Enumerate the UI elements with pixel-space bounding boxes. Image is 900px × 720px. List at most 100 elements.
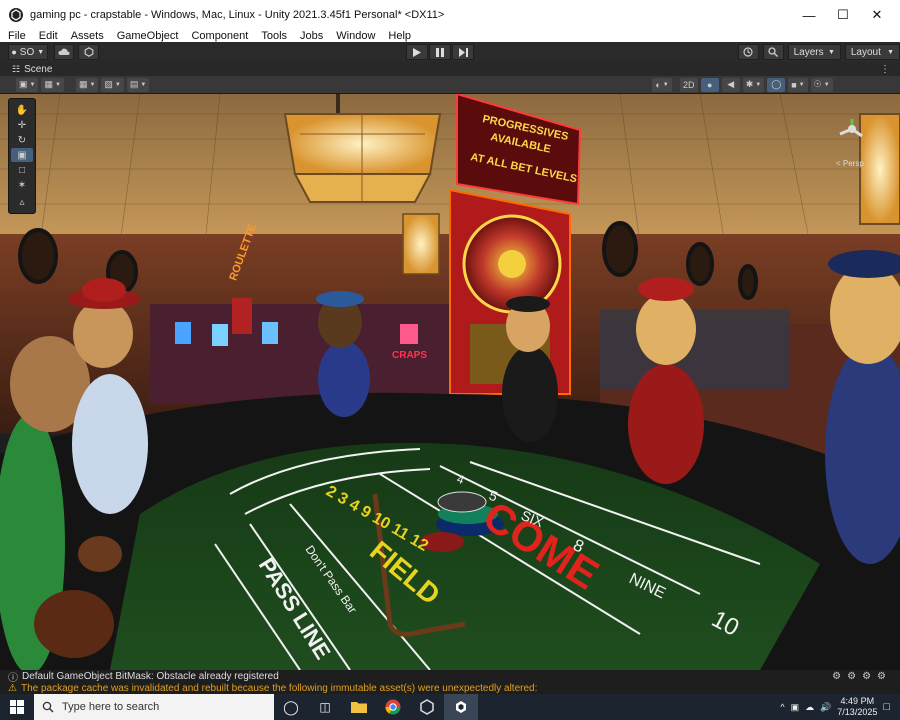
increment-dropdown[interactable]: ▤ ▼ bbox=[126, 77, 150, 92]
playmode-group bbox=[406, 44, 475, 60]
file-explorer-button[interactable] bbox=[342, 694, 376, 720]
unity-editor-button[interactable] bbox=[444, 694, 478, 720]
task-view-button[interactable]: ◫ bbox=[308, 694, 342, 720]
unity-hub-button[interactable] bbox=[410, 694, 444, 720]
step-button[interactable] bbox=[452, 44, 475, 60]
grid-icon: ☷ bbox=[12, 63, 21, 74]
snap-icon: ▧ bbox=[104, 79, 113, 89]
rotate-tool[interactable]: ↻ bbox=[11, 133, 33, 147]
scene-tool-strip: ✋ ✛ ↻ ▣ □ ✶ ▵ bbox=[8, 98, 36, 214]
transform-tool[interactable]: ✶ bbox=[11, 178, 33, 192]
rect-tool[interactable]: □ bbox=[11, 163, 33, 177]
chevron-up-icon[interactable]: ^ bbox=[780, 702, 784, 712]
move-tool[interactable]: ✛ bbox=[11, 118, 33, 132]
warning-icon: ⚠ bbox=[8, 682, 17, 694]
search-placeholder: Type here to search bbox=[62, 701, 160, 713]
console-line-info: ⓘ Default GameObject BitMask: Obstacle a… bbox=[0, 670, 900, 683]
circle-icon: ◯ bbox=[283, 698, 299, 715]
unity-hub-icon bbox=[420, 699, 434, 715]
taskbar-search[interactable]: Type here to search bbox=[34, 694, 274, 720]
audio-toggle[interactable]: ◀ bbox=[721, 77, 740, 92]
info-icon: ⓘ bbox=[8, 672, 18, 683]
windows-taskbar: Type here to search ◯ ◫ ^ ▣ ☁ 🔊 4:49 PM … bbox=[0, 694, 900, 720]
close-button[interactable]: ✕ bbox=[860, 0, 894, 30]
menu-edit[interactable]: Edit bbox=[34, 30, 63, 42]
hanging-lamp-right bbox=[859, 113, 900, 225]
menu-assets[interactable]: Assets bbox=[66, 30, 109, 42]
windows-icon bbox=[10, 700, 24, 714]
menu-help[interactable]: Help bbox=[383, 30, 416, 42]
menu-window[interactable]: Window bbox=[331, 30, 380, 42]
chevron-down-icon: ▼ bbox=[887, 48, 895, 56]
globe-icon: ☉ bbox=[813, 79, 822, 89]
layers-dropdown[interactable]: Layers ▼ bbox=[787, 44, 841, 60]
chrome-button[interactable] bbox=[376, 694, 410, 720]
ruler-icon: ▤ bbox=[129, 79, 139, 89]
more-options-icon[interactable]: ⋮ bbox=[880, 64, 890, 75]
scale-tool[interactable]: ▣ bbox=[11, 148, 33, 162]
move-icon: ✛ bbox=[17, 119, 27, 131]
chevron-down-icon: ▼ bbox=[140, 81, 147, 88]
menu-file[interactable]: File bbox=[3, 30, 31, 42]
render-mode-dropdown[interactable]: ◐ ▼ bbox=[652, 77, 672, 92]
maximize-button[interactable]: ☐ bbox=[826, 0, 860, 30]
chevron-down-icon: ▼ bbox=[114, 81, 121, 88]
hand-tool[interactable]: ✋ bbox=[11, 103, 33, 117]
custom-tool-icon: ▵ bbox=[19, 196, 25, 208]
menu-tools[interactable]: Tools bbox=[256, 30, 292, 42]
effects-dropdown[interactable]: ✱ ▼ bbox=[742, 77, 765, 92]
menu-gameobject[interactable]: GameObject bbox=[112, 30, 184, 42]
hidden-objects-toggle[interactable]: ◯ bbox=[767, 77, 786, 92]
network-icon[interactable]: ▣ bbox=[791, 702, 800, 713]
search-icon bbox=[768, 47, 779, 57]
hand-icon: ✋ bbox=[15, 104, 29, 116]
minimize-button[interactable]: — bbox=[792, 0, 826, 30]
volume-icon[interactable]: 🔊 bbox=[820, 702, 831, 713]
grid-icon: ▦ bbox=[78, 79, 88, 89]
play-button[interactable] bbox=[406, 44, 429, 60]
tab-scene[interactable]: ☷ Scene bbox=[12, 64, 52, 75]
start-button[interactable] bbox=[0, 694, 34, 720]
console-message-2: The package cache was invalidated and re… bbox=[20, 682, 538, 694]
account-dropdown[interactable]: ● SO ▼ bbox=[8, 44, 48, 60]
account-label: SO bbox=[19, 46, 35, 58]
step-icon bbox=[458, 47, 468, 57]
menu-component[interactable]: Component bbox=[186, 30, 253, 42]
sphere-icon: ◐ bbox=[655, 79, 661, 90]
onedrive-icon[interactable]: ☁ bbox=[805, 702, 814, 713]
taskbar-clock[interactable]: 4:49 PM 7/13/2025 bbox=[837, 696, 877, 718]
scene-viewport[interactable]: ROULETTE CRAPS PROGRESSIVES AVAILABLE AT… bbox=[0, 94, 900, 670]
pivot-dropdown[interactable]: ▦ ▼ bbox=[41, 77, 64, 92]
camera-dropdown[interactable]: ■ ▼ bbox=[788, 77, 808, 92]
layout-dropdown[interactable]: Layout ▼ bbox=[844, 44, 900, 60]
cloud-button[interactable] bbox=[53, 44, 75, 60]
cortana-button[interactable]: ◯ bbox=[274, 694, 308, 720]
history-icon bbox=[743, 47, 754, 57]
lighting-toggle[interactable]: ● bbox=[700, 77, 719, 92]
draw-mode-dropdown[interactable]: ▣ ▼ bbox=[16, 77, 39, 92]
menu-bar: File Edit Assets GameObject Component To… bbox=[0, 30, 900, 42]
pause-icon bbox=[436, 47, 445, 57]
lightbulb-icon: ● bbox=[707, 79, 713, 90]
menu-jobs[interactable]: Jobs bbox=[295, 30, 328, 42]
custom-tool[interactable]: ▵ bbox=[11, 195, 33, 209]
toggle-2d-label: 2D bbox=[682, 79, 695, 90]
pause-button[interactable] bbox=[429, 44, 452, 60]
unity-icon bbox=[456, 701, 466, 713]
notifications-icon[interactable]: □ bbox=[883, 701, 890, 713]
chevron-down-icon: ▼ bbox=[89, 81, 96, 88]
folder-icon bbox=[351, 702, 367, 713]
search-button[interactable] bbox=[762, 44, 784, 60]
snap-dropdown[interactable]: ▧ ▼ bbox=[101, 77, 124, 92]
history-button[interactable] bbox=[738, 44, 759, 60]
chevron-down-icon: ▼ bbox=[755, 81, 762, 88]
grid-dropdown[interactable]: ▦ ▼ bbox=[75, 77, 99, 92]
collab-button[interactable] bbox=[78, 44, 100, 60]
rect-icon: □ bbox=[18, 164, 26, 176]
collab-icon bbox=[84, 47, 94, 57]
chevron-down-icon: ▼ bbox=[54, 81, 61, 88]
toggle-2d-button[interactable]: 2D bbox=[679, 77, 698, 92]
gizmos-dropdown[interactable]: ☉ ▼ bbox=[810, 77, 833, 92]
chevron-down-icon: ▼ bbox=[37, 48, 45, 56]
console-status[interactable]: ⓘ Default GameObject BitMask: Obstacle a… bbox=[0, 670, 900, 694]
